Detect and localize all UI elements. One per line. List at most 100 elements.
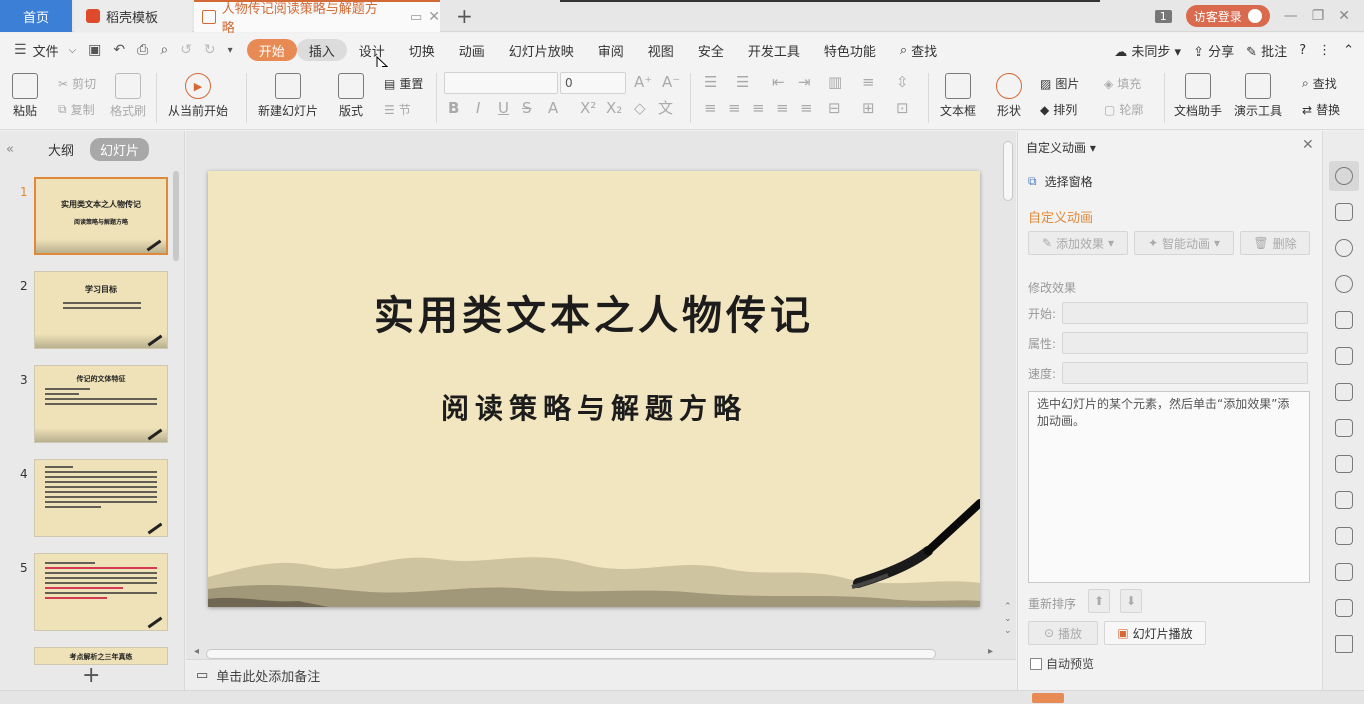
shapes-button[interactable]: 形状: [996, 73, 1022, 119]
speaker-icon[interactable]: [1335, 635, 1353, 653]
justify-icon[interactable]: ≡: [776, 99, 789, 117]
hamburger-icon[interactable]: ☰: [8, 42, 33, 58]
image-stack-icon[interactable]: [1335, 491, 1353, 509]
move-up-button[interactable]: ⬆: [1088, 589, 1110, 613]
vertical-scrollbar[interactable]: [1003, 141, 1013, 201]
format-painter-button[interactable]: 格式刷: [110, 73, 146, 119]
line-spacing-icon[interactable]: ≡: [862, 73, 875, 91]
slide-thumbnail-5[interactable]: [34, 553, 168, 631]
distribute-icon[interactable]: ≡: [800, 99, 813, 117]
add-effect-button[interactable]: ✎ 添加效果 ▾: [1028, 231, 1128, 255]
page-nav-arrows-icon[interactable]: ⌃ ⌄ ⌄: [1004, 601, 1012, 637]
print-preview-icon[interactable]: ⌕: [154, 42, 174, 58]
fill-button[interactable]: ◈ 填充: [1104, 75, 1141, 92]
arrange-button[interactable]: ◆ 排列: [1040, 101, 1077, 118]
layers-icon[interactable]: [1335, 311, 1353, 329]
align-center-icon[interactable]: ≡: [728, 99, 741, 117]
menu-tab-design[interactable]: 设计: [347, 39, 397, 61]
paste-button[interactable]: 粘贴: [12, 73, 38, 119]
increase-font-icon[interactable]: A⁺: [634, 73, 652, 91]
picture-sidebar-icon[interactable]: [1335, 599, 1353, 617]
cut-button[interactable]: ✂ 剪切: [58, 75, 96, 92]
picture-button[interactable]: ▨ 图片: [1040, 75, 1079, 92]
notes-area[interactable]: ▭ 单击此处添加备注: [186, 659, 1016, 690]
restore-icon[interactable]: ❐: [1312, 8, 1325, 24]
shapes-sidebar-icon[interactable]: [1335, 239, 1353, 257]
file-menu[interactable]: 文件: [33, 41, 59, 60]
doc-assistant-button[interactable]: 文档助手: [1174, 73, 1222, 119]
scroll-right-icon[interactable]: ▸: [988, 646, 993, 657]
transition-icon[interactable]: [1335, 203, 1353, 221]
window-count-badge[interactable]: 1: [1154, 9, 1172, 23]
delete-button[interactable]: 🗑 删除: [1240, 231, 1310, 255]
align-right-icon[interactable]: ≡: [752, 99, 765, 117]
property-select[interactable]: [1062, 332, 1308, 354]
speed-select[interactable]: [1062, 362, 1308, 384]
add-slide-plus-icon[interactable]: +: [82, 663, 100, 688]
menu-tab-security[interactable]: 安全: [686, 39, 736, 61]
menu-tab-insert[interactable]: 插入: [296, 39, 347, 61]
quick-access-dropdown-icon[interactable]: ▾: [222, 45, 239, 56]
smartart-icon[interactable]: ⊞: [862, 99, 875, 117]
collapse-panel-icon[interactable]: «: [6, 142, 14, 157]
font-size-combo[interactable]: 0: [560, 72, 626, 94]
slide-title[interactable]: 实用类文本之人物传记: [208, 283, 980, 341]
more-icon[interactable]: ⋮: [1318, 43, 1331, 58]
close-window-icon[interactable]: ✕: [1338, 8, 1350, 24]
undo-history-icon[interactable]: ↶: [107, 42, 131, 58]
scroll-left-icon[interactable]: ◂: [194, 646, 199, 657]
section-button[interactable]: ☰ 节: [384, 101, 411, 118]
auto-preview-option[interactable]: 自动预览: [1030, 655, 1094, 672]
tab-home[interactable]: 首页: [0, 0, 72, 32]
settings-sliders-icon[interactable]: [1335, 455, 1353, 473]
tab-close-icon[interactable]: ✕: [428, 9, 440, 25]
start-select[interactable]: [1062, 302, 1308, 324]
menu-tab-review[interactable]: 审阅: [586, 39, 636, 61]
slide-thumbnail-6[interactable]: 考点解析之三年真练: [34, 647, 168, 665]
phonetic-guide-icon[interactable]: 文: [658, 97, 673, 118]
slide-thumbnail-2[interactable]: 学习目标: [34, 271, 168, 349]
menu-tab-view[interactable]: 视图: [636, 39, 686, 61]
textbox-button[interactable]: 文本框: [940, 73, 976, 119]
slide-thumbnail-3[interactable]: 传记的文体特征: [34, 365, 168, 443]
animation-star-icon[interactable]: [1335, 167, 1353, 185]
slide-thumbnail-1[interactable]: 实用类文本之人物传记 阅读策略与解题方略: [34, 177, 168, 255]
animation-list[interactable]: 选中幻灯片的某个元素，然后单击“添加效果”添加动画。: [1028, 391, 1310, 583]
export-icon[interactable]: [1335, 527, 1353, 545]
auto-preview-checkbox[interactable]: [1030, 657, 1042, 670]
outline-button[interactable]: ▢ 轮廓: [1104, 101, 1143, 118]
help-icon[interactable]: ?: [1299, 43, 1306, 58]
decrease-font-icon[interactable]: A⁻: [662, 73, 680, 91]
slide-thumbnail-4[interactable]: [34, 459, 168, 537]
text-align-icon[interactable]: ⊟: [828, 99, 841, 117]
redo-icon[interactable]: ↻: [198, 42, 222, 58]
eraser-icon[interactable]: ◇: [634, 99, 646, 117]
close-panel-icon[interactable]: ✕: [1302, 137, 1314, 153]
copy-button[interactable]: ⧉ 复制: [58, 101, 95, 118]
menu-tab-transition[interactable]: 切换: [397, 39, 447, 61]
select-pane-link[interactable]: ⧉ 选择窗格: [1028, 173, 1093, 190]
presentation-tools-button[interactable]: 演示工具: [1234, 73, 1282, 119]
bold-icon[interactable]: B: [448, 99, 459, 117]
menu-search[interactable]: ⌕ 查找: [888, 39, 949, 61]
tab-restore-icon[interactable]: ▭: [410, 10, 422, 25]
chevron-down-icon[interactable]: ⌵: [63, 45, 83, 56]
bullet-list-icon[interactable]: ☰: [704, 73, 717, 91]
comment-button[interactable]: ✎ 批注: [1246, 41, 1287, 60]
location-icon[interactable]: [1335, 275, 1353, 293]
menu-tab-animation[interactable]: 动画: [447, 39, 497, 61]
italic-icon[interactable]: I: [476, 99, 480, 117]
replace-button[interactable]: ⇄ 替换: [1302, 101, 1340, 118]
panel-header[interactable]: 自定义动画 ▾: [1026, 139, 1096, 156]
collapse-ribbon-icon[interactable]: ⌃: [1343, 43, 1354, 58]
play-button[interactable]: ⊙ 播放: [1028, 621, 1098, 645]
tab-document[interactable]: 人物传记阅读策略与解题方略 ▭ ✕: [194, 0, 440, 36]
tab-slides[interactable]: 幻灯片: [89, 137, 149, 161]
chart-icon[interactable]: [1335, 419, 1353, 437]
align-left-icon[interactable]: ≡: [704, 99, 717, 117]
underline-icon[interactable]: U: [498, 99, 509, 117]
layout-button[interactable]: 版式: [338, 73, 364, 119]
sync-status[interactable]: ☁ 未同步 ▾: [1114, 41, 1181, 60]
menu-tab-slideshow[interactable]: 幻灯片放映: [497, 39, 586, 61]
menu-tab-developer[interactable]: 开发工具: [736, 39, 812, 61]
